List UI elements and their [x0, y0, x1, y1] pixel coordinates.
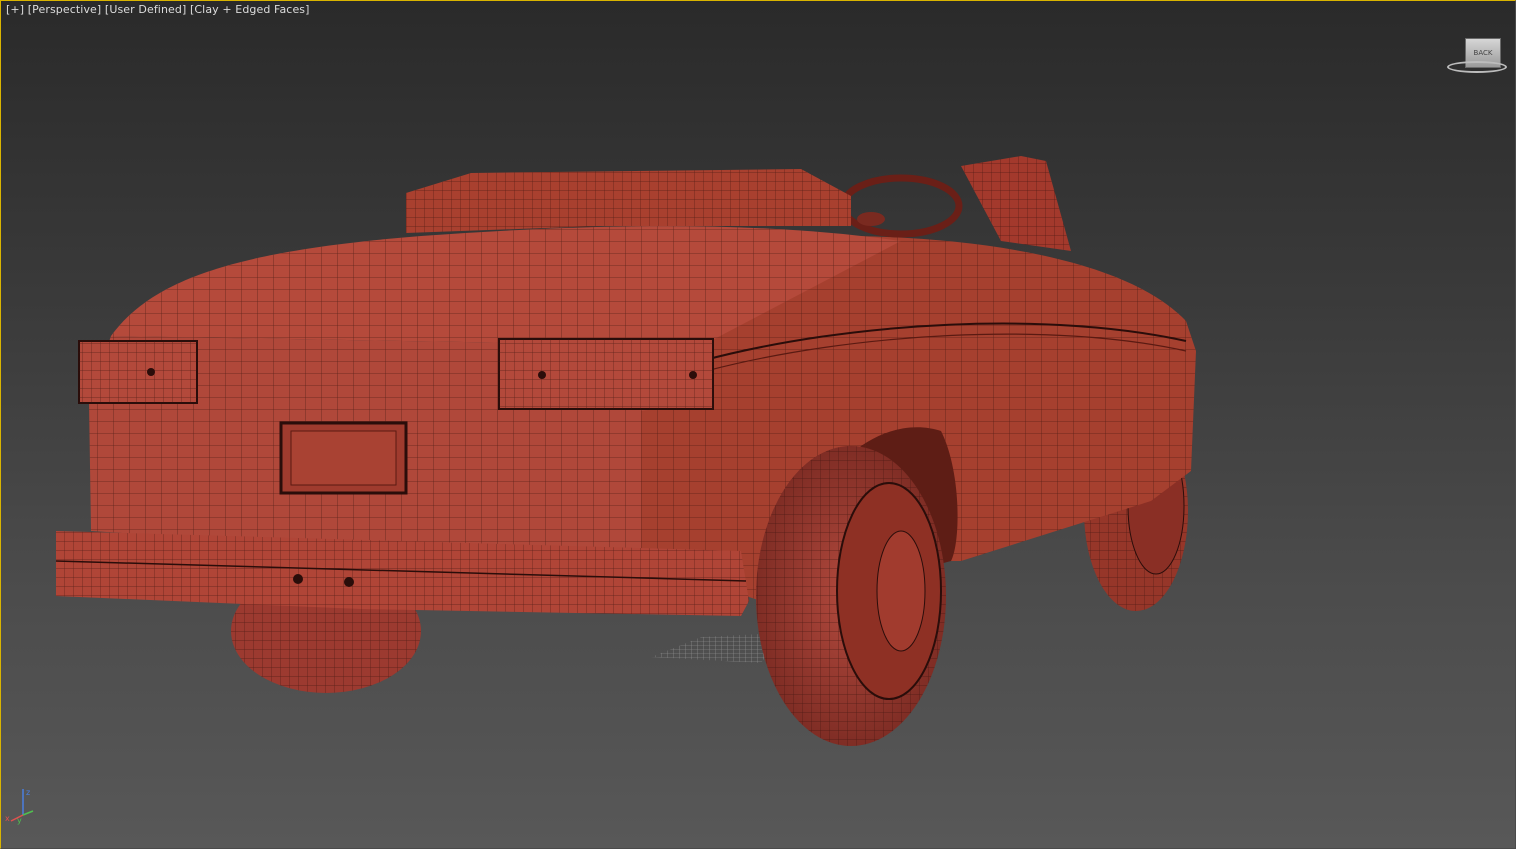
license-plate-recess — [279, 421, 408, 495]
steering-wheel — [839, 174, 963, 238]
perspective-viewport[interactable]: [+] [Perspective] [User Defined] [Clay +… — [0, 0, 1516, 849]
tail-light-left — [78, 340, 198, 404]
axis-tripod-icon: z x y — [5, 788, 34, 825]
viewcube-compass-ring[interactable] — [1447, 61, 1507, 73]
axis-y-label: y — [17, 816, 22, 825]
scene-canvas[interactable] — [1, 1, 1515, 848]
axis-z-label: z — [26, 788, 30, 797]
axis-x-label: x — [5, 814, 10, 823]
viewcube-icon[interactable]: BACK — [1447, 35, 1507, 77]
windshield-frame — [961, 156, 1071, 251]
rear-right-near-wheel[interactable] — [756, 446, 946, 746]
rear-seat — [406, 169, 851, 233]
tail-light-right — [498, 338, 714, 410]
